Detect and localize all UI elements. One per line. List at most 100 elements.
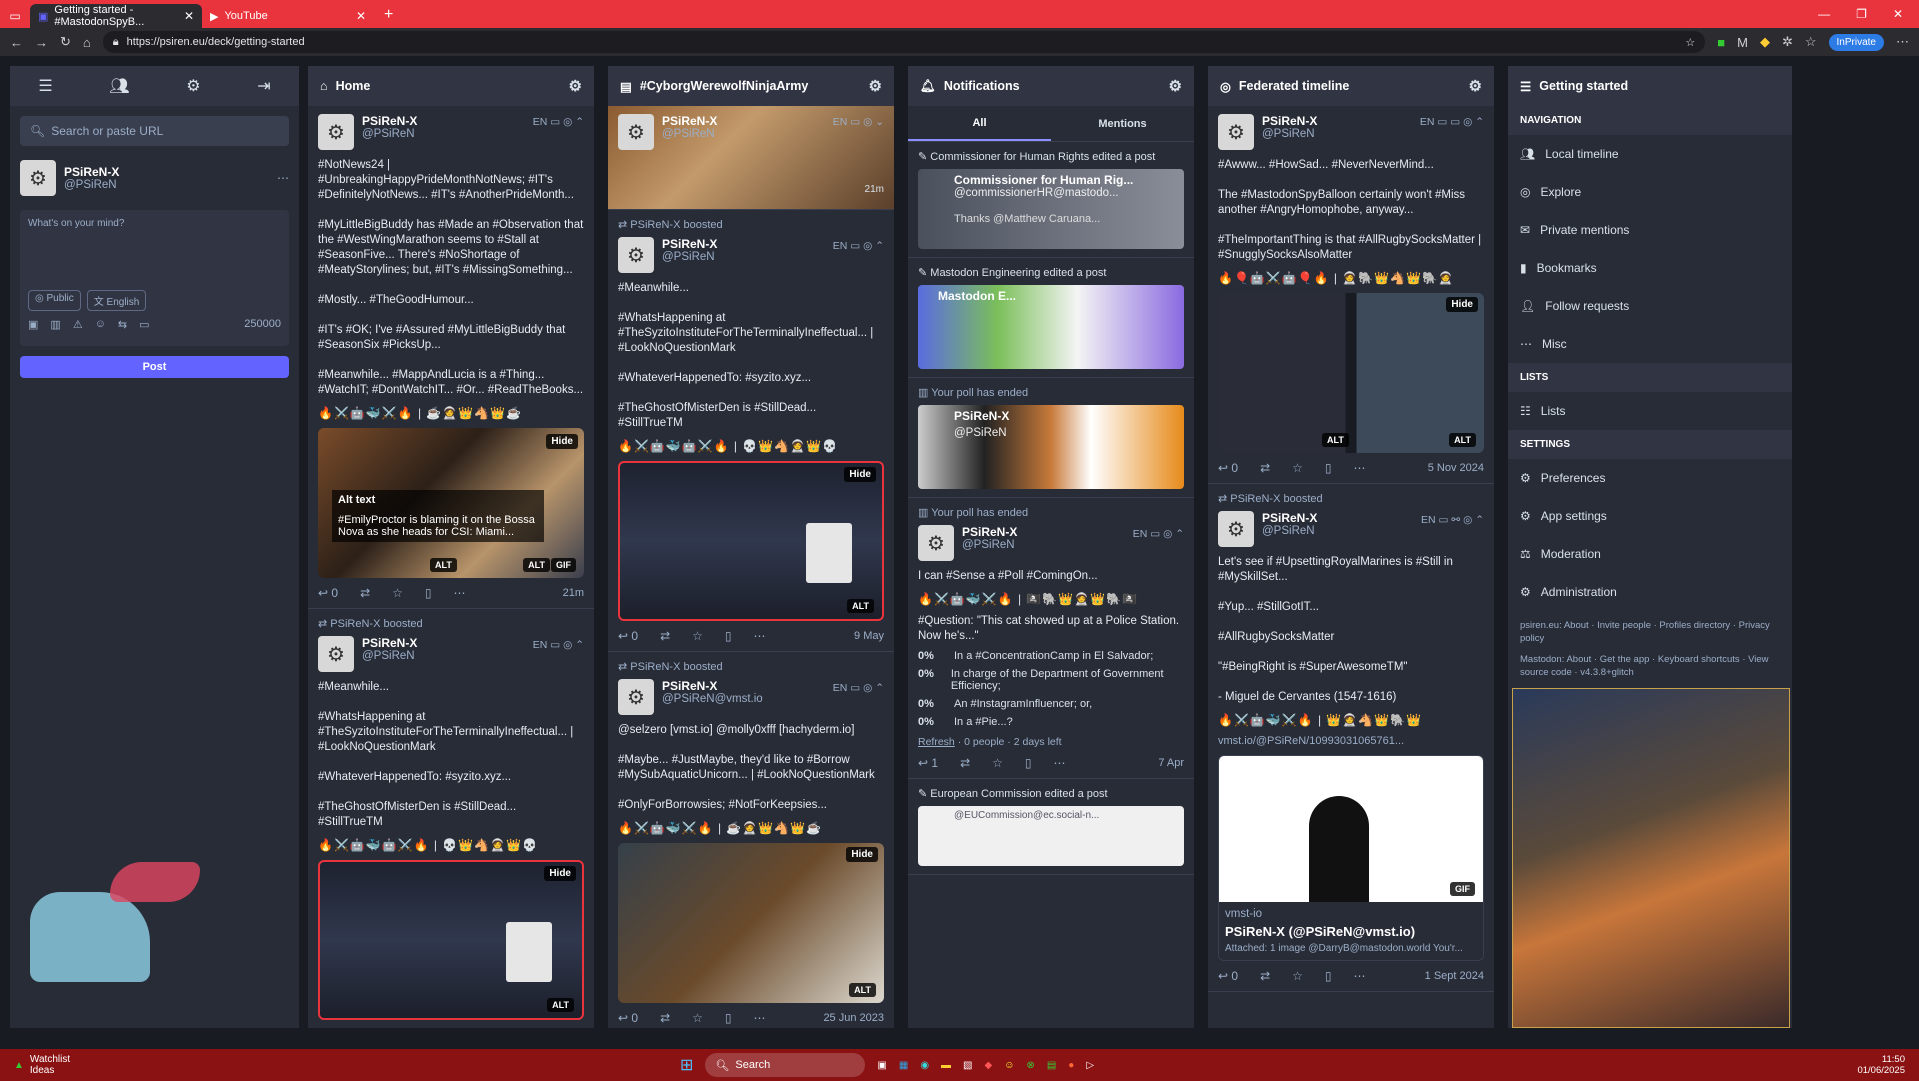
notification[interactable]: ✎ European Commission edited a post @EUC… (908, 779, 1194, 875)
column-header[interactable]: 🔔︎ Notifications ⚙ (908, 66, 1194, 106)
nav-administration[interactable]: ⚙ Administration (1508, 573, 1792, 611)
nav-local-timeline[interactable]: 👥︎ Local timeline (1508, 135, 1792, 173)
media-gallery[interactable]: Hide ALT (618, 461, 884, 621)
more-icon[interactable]: ⋯ (754, 629, 766, 643)
boost-icon[interactable]: ⇄ (660, 1011, 670, 1025)
display-name[interactable]: PSiReN-X (1262, 114, 1317, 128)
nav-bookmarks[interactable]: ▮ Bookmarks (1508, 249, 1792, 287)
extensions-icon[interactable]: ✲ (1782, 34, 1793, 50)
reply-icon[interactable]: ↩ 0 (318, 586, 338, 600)
favourite-icon[interactable]: ☆ (392, 586, 403, 600)
nav-follow-requests[interactable]: 👤︎ Follow requests (1508, 287, 1792, 325)
more-icon[interactable]: ⋯ (1354, 461, 1366, 475)
more-icon[interactable]: ⋯ (1354, 969, 1366, 983)
display-name[interactable]: PSiReN-X (662, 114, 717, 128)
bookmark-icon[interactable]: ▭ (139, 318, 149, 331)
status[interactable]: ⚙ PSiReN-X @PSiReN EN ▭ ◎ ⌄ 21m (608, 106, 894, 210)
media-gallery[interactable]: Hide ALT (318, 860, 584, 1020)
search-input[interactable]: 🔍︎ Search or paste URL (20, 116, 289, 146)
boost-icon[interactable]: ⇄ (360, 586, 370, 600)
mastodon-links[interactable]: Mastodon: About · Get the app · Keyboard… (1520, 653, 1780, 679)
avatar[interactable]: ⚙ (618, 237, 654, 273)
avatar[interactable]: ⚙ (318, 636, 354, 672)
booster-name[interactable]: PSiReN-X (630, 661, 680, 673)
column-header[interactable]: ▤ #CyborgWerewolfNinjaArmy ⚙ (608, 66, 894, 106)
tab-youtube[interactable]: ▶ YouTube ✕ (202, 4, 374, 28)
status-preview[interactable]: Commissioner for Human Rig... @commission… (918, 169, 1184, 249)
nav-explore[interactable]: ◎ Explore (1508, 173, 1792, 211)
booster-name[interactable]: PSiReN-X (330, 618, 380, 630)
bookmark-icon[interactable]: ▯ (1025, 756, 1032, 770)
edge-icon[interactable]: ◉ (920, 1060, 929, 1071)
boost-icon[interactable]: ⇄ (960, 756, 970, 770)
avatar[interactable]: ⚙ (1218, 511, 1254, 547)
hamburger-icon[interactable]: ☰ (38, 76, 52, 96)
minimize-icon[interactable]: — (1818, 7, 1830, 21)
reply-all-icon[interactable]: ↩ 1 (918, 756, 938, 770)
poll-icon[interactable]: ▥ (50, 318, 60, 331)
status-preview[interactable]: @EUCommission@ec.social-n... (918, 806, 1184, 866)
media-player-icon[interactable]: ▷ (1086, 1060, 1094, 1071)
bookmark-icon[interactable]: ▯ (1325, 969, 1332, 983)
tab-mastodon[interactable]: ▣ Getting started - #MastodonSpyB... ✕ (30, 4, 202, 28)
hide-button[interactable]: Hide (846, 847, 878, 862)
avatar[interactable]: ⚙ (20, 160, 56, 196)
boost-icon[interactable]: ⇄ (1260, 461, 1270, 475)
outlook-icon[interactable]: ▦ (899, 1060, 908, 1071)
notification[interactable]: ▥ Your poll has ended PSiReN-X @PSiReN (908, 378, 1194, 498)
notification[interactable]: ✎ Commissioner for Human Rights edited a… (908, 142, 1194, 258)
more-icon[interactable]: ⋯ (754, 1011, 766, 1025)
app-icon[interactable]: ☺ (1004, 1060, 1014, 1071)
tab-actions-icon[interactable]: ▭ (0, 4, 30, 28)
alt-badge[interactable]: ALT (523, 558, 550, 572)
back-icon[interactable]: ← (10, 35, 23, 50)
status[interactable]: ⇄ PSiReN-X boosted ⚙ PSiReN-X @PSiReN EN ▭… (308, 609, 594, 1028)
notification[interactable]: ✎ Mastodon Engineering edited a post Mas… (908, 258, 1194, 378)
display-name[interactable]: PSiReN-X (1262, 511, 1317, 525)
alt-badge[interactable]: ALT (849, 983, 876, 997)
favourite-icon[interactable]: ☆ (992, 756, 1003, 770)
column-header[interactable]: ⌂ Home ⚙ (308, 66, 594, 106)
avatar[interactable]: ⚙ (618, 679, 654, 715)
media-gallery[interactable]: Hide ALT ALT (1218, 293, 1484, 453)
status[interactable]: ⇄ PSiReN-X boosted ⚙ PSiReN-X @PSiReN EN ▭… (1208, 484, 1494, 992)
windows-start-icon[interactable]: ⊞ (680, 1055, 693, 1075)
avatar[interactable]: ⚙ (318, 114, 354, 150)
widget-watchlist[interactable]: ▲ Watchlist Ideas (0, 1054, 600, 1076)
avatar[interactable]: ⚙ (618, 114, 654, 150)
tab-mentions[interactable]: Mentions (1051, 106, 1194, 141)
status[interactable]: ⇄ PSiReN-X boosted ⚙ PSiReN-X @PSiReN@vmst… (608, 652, 894, 1028)
timestamp[interactable]: 5 Nov 2024 (1428, 462, 1484, 474)
alt-badge[interactable]: ALT (1322, 433, 1349, 447)
alt-badge[interactable]: ALT (430, 558, 457, 572)
booster-name[interactable]: PSiReN-X (630, 219, 680, 231)
taskbar-search[interactable]: 🔍︎ Search (705, 1053, 866, 1077)
timestamp[interactable]: 21m (563, 587, 584, 599)
url-field[interactable]: 🔒︎ https://psiren.eu/deck/getting-started… (102, 31, 1706, 53)
gear-icon[interactable]: ⚙ (869, 77, 882, 95)
forward-icon[interactable]: → (35, 35, 48, 50)
close-window-icon[interactable]: ✕ (1893, 7, 1903, 21)
visibility-button[interactable]: ◎ Public (28, 290, 81, 311)
maximize-icon[interactable]: ❐ (1856, 7, 1867, 21)
hide-button[interactable]: Hide (844, 467, 876, 482)
xbox-icon[interactable]: ⊗ (1026, 1060, 1034, 1071)
media-icon[interactable]: ▣ (28, 318, 38, 331)
status-preview[interactable]: Mastodon E... (918, 285, 1184, 369)
nav-misc[interactable]: ⋯ Misc (1508, 325, 1792, 363)
home-icon[interactable]: ⌂ (83, 35, 91, 50)
app-icon[interactable]: ▤ (1047, 1060, 1056, 1071)
emoji-icon[interactable]: ☺ (95, 318, 106, 331)
notification[interactable]: ▥ Your poll has ended ⚙ PSiReN-X @PSiReN E… (908, 498, 1194, 779)
nav-app-settings[interactable]: ⚙ App settings (1508, 497, 1792, 535)
refresh-icon[interactable]: ↻ (60, 34, 71, 50)
gear-icon[interactable]: ⚙ (1469, 77, 1482, 95)
bookmark-icon[interactable]: ▯ (1325, 461, 1332, 475)
hide-button[interactable]: Hide (546, 434, 578, 449)
nav-preferences[interactable]: ⚙ Preferences (1508, 459, 1792, 497)
link-card[interactable]: GIF vmst-io PSiReN-X (@PSiReN@vmst.io) Att… (1218, 755, 1484, 961)
timestamp[interactable]: 9 May (854, 630, 884, 642)
language-button[interactable]: 文 English (86, 290, 147, 311)
status[interactable]: ⚙ PSiReN-X @PSiReN EN ▭ ▭ ◎ ⌃ #Awww... #Ho… (1208, 106, 1494, 484)
explorer-icon[interactable]: ▬ (941, 1060, 951, 1071)
